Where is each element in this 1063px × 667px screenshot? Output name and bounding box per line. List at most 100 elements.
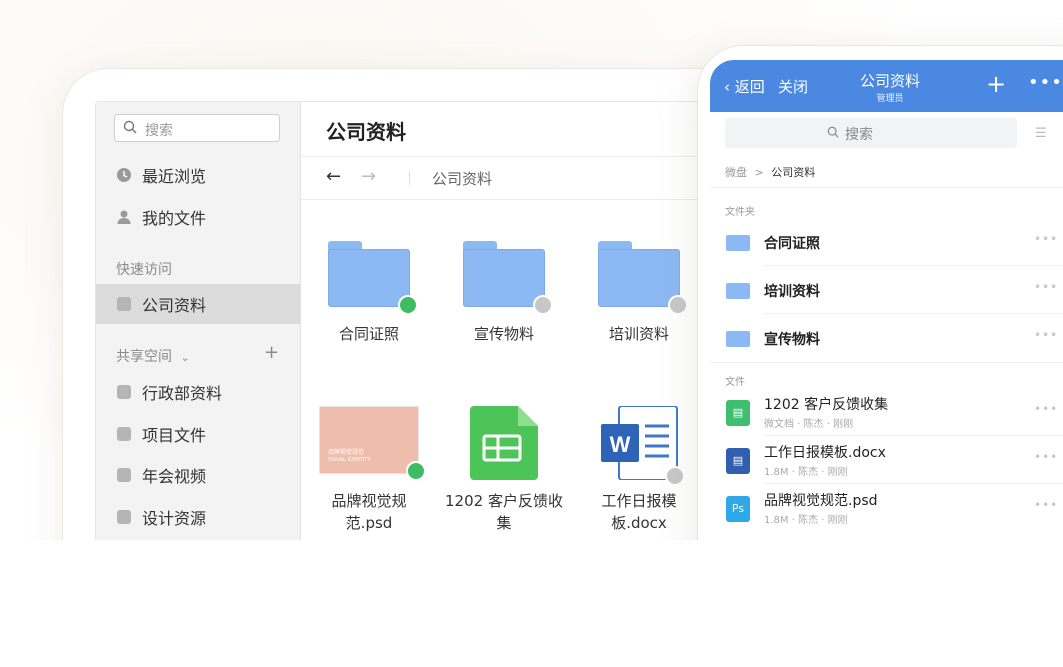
page-title: 公司资料 <box>326 120 406 144</box>
folder-section-heading: 文件夹 <box>725 207 755 218</box>
row-more-icon[interactable]: ••• <box>1034 402 1058 416</box>
quick-access-heading: 快速访问 <box>116 262 172 278</box>
user-icon <box>117 210 131 224</box>
folder-icon <box>328 241 418 315</box>
add-shared-space-button[interactable]: + <box>264 342 279 363</box>
back-arrow-icon[interactable]: ← <box>326 166 341 187</box>
list-item-name: 宣传物料 <box>764 332 820 348</box>
shared-space-heading[interactable]: 共享空间 ⌄ <box>116 346 190 366</box>
synced-check-icon <box>398 295 418 315</box>
sidebar: 搜索 最近浏览 我的文件 快速访问 公司资料 共享空间 ⌄ + 行政部资料 项目… <box>96 102 301 540</box>
folder-label: 合同证照 <box>338 325 399 343</box>
row-more-icon[interactable]: ••• <box>1034 280 1058 294</box>
cube-icon <box>117 468 131 482</box>
sidebar-item-label: 项目文件 <box>142 426 207 445</box>
row-more-icon[interactable]: ••• <box>1034 328 1058 342</box>
psd-thumbnail: 品牌视觉规范 VISUAL IDENTITY <box>319 406 426 481</box>
sidebar-item-label: 公司资料 <box>142 296 207 315</box>
nav-divider <box>409 171 410 185</box>
ps-icon: Ps <box>726 496 750 522</box>
list-item[interactable]: Ps 品牌视觉规范.psd 1.8M · 陈杰 · 刚刚 ••• <box>710 484 1063 532</box>
cloud-icon <box>668 295 688 315</box>
sidebar-item-company-files[interactable]: 公司资料 <box>96 284 300 324</box>
cube-icon <box>117 297 131 311</box>
spreadsheet-icon <box>470 406 538 480</box>
row-more-icon[interactable]: ••• <box>1034 450 1058 464</box>
sheet-icon: ▤ <box>726 400 750 426</box>
back-button[interactable]: ‹ 返回 <box>724 76 765 97</box>
list-item-name: 品牌视觉规范.psd <box>764 493 878 509</box>
folder-label: 宣传物料 <box>473 325 534 343</box>
folder-icon <box>726 235 750 251</box>
folder-icon <box>598 241 688 315</box>
close-button[interactable]: 关闭 <box>778 76 808 97</box>
word-icon: W <box>599 405 685 486</box>
add-button[interactable]: + <box>986 70 1006 98</box>
svg-text:W: W <box>610 432 631 457</box>
sidebar-item-annual-video[interactable]: 年会视频 <box>96 455 300 495</box>
list-item-name: 1202 客户反馈收集 <box>764 397 889 413</box>
phone-search-input[interactable]: 搜索 <box>725 118 1017 148</box>
sidebar-item-label: 设计资源 <box>142 509 207 528</box>
phone-breadcrumb: 微盘 > 公司资料 <box>725 164 815 180</box>
list-item[interactable]: ▤ 工作日报模板.docx 1.8M · 陈杰 · 刚刚 ••• <box>710 436 1063 484</box>
divider <box>710 362 1063 363</box>
more-icon[interactable]: ••• <box>1028 72 1063 93</box>
phone-subtitle: 管理员 <box>876 94 904 104</box>
crumb-root[interactable]: 微盘 <box>725 166 747 179</box>
phone-screen: ‹ 返回 关闭 公司资料 管理员 + ••• 搜索 ☰ 微盘 > 公司资料 文件… <box>710 60 1063 540</box>
sidebar-search-input[interactable]: 搜索 <box>114 114 280 142</box>
sidebar-item-admin-files[interactable]: 行政部资料 <box>96 372 300 412</box>
list-item[interactable]: 合同证照 ••• <box>710 218 1063 266</box>
list-item-meta: 微文档 · 陈杰 · 刚刚 <box>764 419 854 430</box>
cloud-icon <box>665 466 685 486</box>
sidebar-item-label: 行政部资料 <box>142 384 223 403</box>
list-item[interactable]: 宣传物料 ••• <box>710 314 1063 362</box>
file-item[interactable]: W 工作日报模板.docx <box>579 405 699 534</box>
chevron-down-icon: ⌄ <box>180 351 190 364</box>
search-placeholder: 搜索 <box>845 127 873 143</box>
file-item[interactable]: 1202 客户反馈收集 <box>444 406 564 534</box>
folder-label: 培训资料 <box>608 325 669 343</box>
search-icon <box>827 126 839 138</box>
list-item-name: 合同证照 <box>764 236 820 252</box>
phone-header: ‹ 返回 关闭 公司资料 管理员 + ••• <box>710 60 1063 112</box>
crumb-separator: > <box>754 166 764 179</box>
cube-icon <box>117 510 131 524</box>
list-item[interactable]: 培训资料 ••• <box>710 266 1063 314</box>
file-label: 1202 客户反馈收集 <box>445 492 563 532</box>
cube-icon <box>117 385 131 399</box>
sidebar-item-project-files[interactable]: 项目文件 <box>96 414 300 454</box>
file-label: 品牌视觉规范.psd <box>331 492 407 532</box>
file-label: 工作日报模板.docx <box>601 492 677 532</box>
clock-icon <box>117 168 131 182</box>
list-item-name: 培训资料 <box>764 284 820 300</box>
sidebar-item-design-resources[interactable]: 设计资源 <box>96 497 300 537</box>
divider <box>710 187 1063 188</box>
list-item[interactable]: ▤ 1202 客户反馈收集 微文档 · 陈杰 · 刚刚 ••• <box>710 388 1063 436</box>
row-more-icon[interactable]: ••• <box>1034 498 1058 512</box>
list-item-meta: 1.8M · 陈杰 · 刚刚 <box>764 515 848 526</box>
list-item-name: 工作日报模板.docx <box>764 445 886 461</box>
folder-icon <box>463 241 553 315</box>
folder-item[interactable]: 合同证照 <box>309 241 429 345</box>
doc-icon: ▤ <box>726 448 750 474</box>
main-panel: 公司资料 ← → 公司资料 合同证照 宣传物料 培训资料 品牌视觉规范 VISU… <box>301 102 736 540</box>
folder-item[interactable]: 培训资料 <box>579 241 699 345</box>
file-item[interactable]: 品牌视觉规范 VISUAL IDENTITY 品牌视觉规范.psd <box>309 406 429 534</box>
phone-title: 公司资料 <box>859 72 920 90</box>
list-item-meta: 1.8M · 陈杰 · 刚刚 <box>764 467 848 478</box>
crumb-current: 公司资料 <box>771 166 816 179</box>
forward-arrow-icon[interactable]: → <box>361 166 376 187</box>
breadcrumb[interactable]: 公司资料 <box>432 168 492 189</box>
row-more-icon[interactable]: ••• <box>1034 232 1058 246</box>
sort-icon[interactable]: ☰ <box>1035 126 1047 141</box>
search-icon <box>123 120 137 134</box>
cloud-icon <box>533 295 553 315</box>
folder-item[interactable]: 宣传物料 <box>444 241 564 345</box>
cube-icon <box>117 427 131 441</box>
sidebar-item-my-files[interactable]: 我的文件 <box>96 197 300 237</box>
synced-check-icon <box>406 461 426 481</box>
sidebar-item-label: 最近浏览 <box>142 167 207 186</box>
sidebar-item-recent[interactable]: 最近浏览 <box>96 155 300 195</box>
